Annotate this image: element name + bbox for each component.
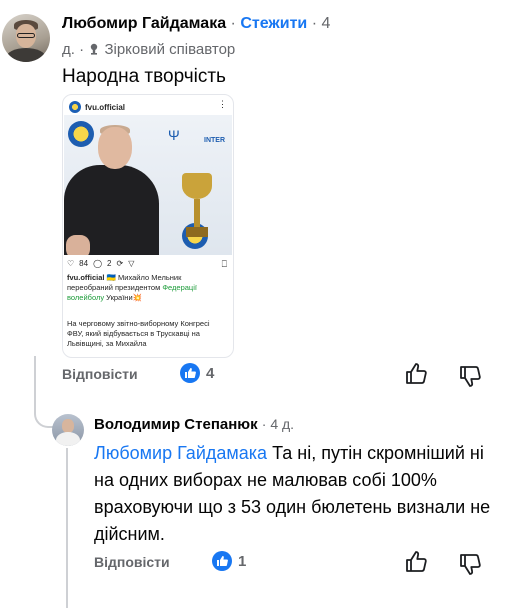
more-options-icon: ⋮: [218, 99, 227, 109]
badge-separator: ·: [79, 41, 85, 58]
badge-label: Зірковий співавтор: [104, 41, 236, 58]
mention-link[interactable]: Любомир Гайдамака: [94, 443, 267, 463]
post-like-count: 84: [79, 259, 89, 268]
post-caption-paragraph: На черговому звітно-виборному Конгресі Ф…: [67, 319, 210, 348]
header-separator: ·: [230, 15, 236, 32]
comment-time-unit: д.: [62, 41, 75, 58]
comment-time: · 4: [311, 15, 331, 32]
post-caption: fvu.official 🇺🇦 Михайло Мельник переобра…: [67, 273, 227, 303]
reply-author-name[interactable]: Володимир Степанюк: [94, 416, 258, 433]
like-reaction-icon: [180, 363, 200, 383]
reply-text: Любомир Гайдамака Та ні, путін скромніши…: [94, 440, 494, 548]
comment-text: Народна творчість: [62, 66, 226, 87]
trophy-stem: [194, 199, 200, 227]
fvu-logo-icon: [69, 101, 81, 113]
caption-line3-highlight: волейболу: [67, 293, 105, 302]
reaction-count[interactable]: 4: [206, 365, 214, 382]
caption-line3: України💥: [104, 293, 142, 302]
attached-image[interactable]: fvu.official ⋮ Ψ INTER ♡ 84 ◯ 2 ⟳ ▽ ⎕ fv…: [62, 94, 234, 358]
bookmark-icon: ⎕: [221, 259, 227, 269]
star-contributor-icon: [91, 43, 98, 55]
reply-time: · 4 д.: [261, 416, 295, 432]
reply-thumbs-up-icon[interactable]: [404, 550, 428, 574]
thumbs-down-icon[interactable]: [458, 364, 482, 388]
post-actions: ♡ 84 ◯ 2 ⟳ ▽: [67, 259, 134, 268]
reply-button[interactable]: Відповісти: [62, 366, 138, 382]
heart-icon: ♡: [67, 259, 75, 268]
person-arm: [66, 235, 90, 255]
repost-icon: ⟳: [116, 259, 124, 268]
trophy-icon: [182, 173, 212, 199]
caption-line2: переобраний президентом: [67, 283, 163, 292]
reply-avatar[interactable]: [52, 414, 84, 446]
comment-icon: ◯: [93, 259, 103, 268]
reply-thumbs-down-icon[interactable]: [458, 552, 482, 576]
post-username: fvu.official: [85, 102, 126, 112]
commenter-avatar[interactable]: [2, 14, 50, 62]
reply-reply-button[interactable]: Відповісти: [94, 554, 170, 570]
comment-meta-line: д. · Зірковий співавтор: [62, 41, 235, 58]
share-icon: ▽: [128, 259, 135, 268]
caption-line1: 🇺🇦 Михайло Мельник: [106, 273, 182, 282]
reply-header: Володимир Степанюк · 4 д.: [94, 416, 294, 433]
caption-highlight: Федерації: [162, 283, 197, 292]
reply-reaction-count[interactable]: 1: [238, 553, 246, 570]
trophy-base: [186, 227, 208, 237]
thread-line: [66, 448, 68, 608]
caption-user: fvu.official: [67, 273, 105, 282]
reply-like-reaction-icon: [212, 551, 232, 571]
comment-header: Любомир Гайдамака · Стежити · 4: [62, 15, 330, 33]
post-header: fvu.official: [69, 99, 125, 115]
comment-author-name[interactable]: Любомир Гайдамака: [62, 15, 226, 32]
banner-text: INTER: [204, 137, 225, 144]
post-comment-count: 2: [107, 259, 112, 268]
post-photo: Ψ INTER: [64, 115, 232, 255]
person-head: [98, 127, 132, 169]
thumbs-up-icon[interactable]: [404, 362, 428, 386]
follow-button[interactable]: Стежити: [240, 15, 307, 32]
trident-emblem-icon: Ψ: [168, 127, 180, 143]
fvu-banner-logo: [68, 121, 94, 147]
